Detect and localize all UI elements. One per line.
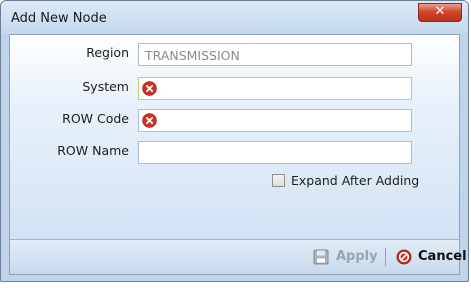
system-label: System [82, 79, 129, 94]
region-field[interactable]: TRANSMISSION [138, 43, 412, 66]
expand-after-adding-label[interactable]: Expand After Adding [291, 173, 419, 188]
error-icon [142, 81, 157, 96]
error-icon [142, 113, 157, 128]
expand-after-adding-checkbox[interactable] [272, 174, 285, 187]
row-code-label: ROW Code [62, 111, 129, 126]
row-name-label: ROW Name [57, 143, 129, 158]
dialog-footer: Apply Cancel [10, 239, 467, 274]
add-new-node-dialog: Add New Node ✕ Region TRANSMISSION Syste… [0, 0, 469, 282]
cancel-label: Cancel [418, 249, 467, 264]
dialog-title: Add New Node [11, 11, 107, 26]
apply-label: Apply [336, 249, 378, 264]
system-field[interactable] [138, 77, 412, 100]
footer-separator [385, 248, 386, 266]
row-code-field[interactable] [138, 109, 412, 132]
region-value: TRANSMISSION [145, 48, 240, 63]
dialog-body: Region TRANSMISSION System ROW Code ROW … [9, 34, 467, 275]
row-name-field[interactable] [138, 141, 412, 164]
close-x-icon: ✕ [434, 4, 446, 19]
save-icon [313, 249, 329, 265]
cancel-icon [396, 249, 412, 265]
title-bar: Add New Node ✕ [1, 1, 468, 34]
region-label: Region [86, 45, 129, 60]
close-button[interactable]: ✕ [418, 3, 462, 22]
